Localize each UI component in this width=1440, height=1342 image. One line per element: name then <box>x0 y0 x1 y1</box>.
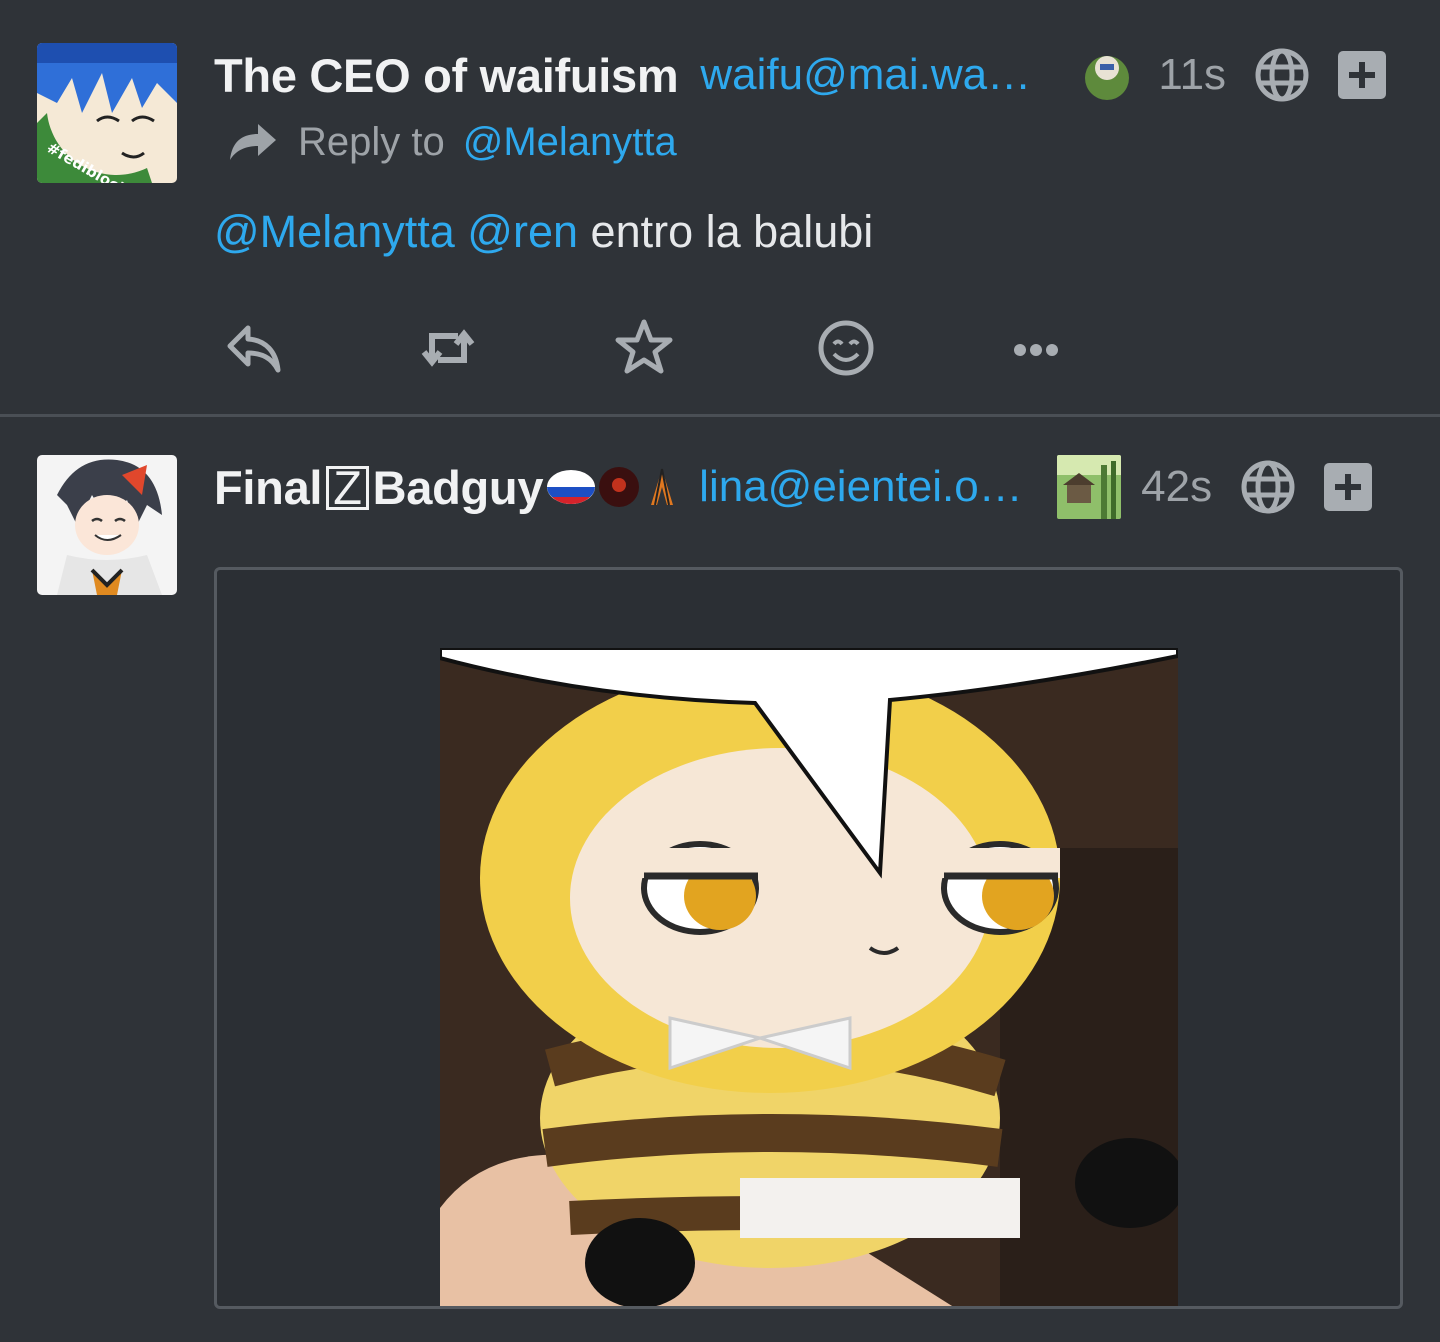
post-header: The CEO of waifuism waifu@mai.wa… 11s <box>214 42 1400 108</box>
avatar[interactable] <box>37 455 177 595</box>
repeat-button[interactable] <box>416 316 480 380</box>
share-arrow-icon <box>230 124 276 160</box>
mention-link[interactable]: @Melanytta <box>214 206 455 257</box>
status-post: #fediblocked The CEO of waifuism waifu@m… <box>0 0 1440 414</box>
ellipsis-icon <box>1014 344 1058 356</box>
expand-button[interactable] <box>1324 463 1373 511</box>
reply-button[interactable] <box>222 316 286 380</box>
display-name[interactable]: The CEO of waifuism <box>214 48 679 103</box>
more-button[interactable] <box>1004 316 1068 380</box>
ribbon-emoji <box>651 468 674 506</box>
dark-orb-emoji <box>599 467 640 507</box>
reply-target-link[interactable]: @Melanytta <box>463 120 677 165</box>
z-badge-icon: Z <box>326 464 369 511</box>
expand-button[interactable] <box>1338 51 1387 99</box>
star-icon <box>615 319 673 374</box>
post-text: entro la balubi <box>590 206 874 257</box>
avatar-image: #fediblocked <box>37 43 177 183</box>
reply-to-line: Reply to @Melanytta <box>226 112 677 172</box>
attachment-image <box>440 648 1178 1306</box>
post-actions <box>222 316 1082 380</box>
reply-prefix: Reply to <box>298 119 445 164</box>
russian-flag-emoji <box>547 470 596 504</box>
bee-plush-image <box>440 648 1178 1306</box>
mention-link[interactable]: @ren <box>467 206 578 257</box>
reply-icon <box>227 325 281 373</box>
status-post: Final Z Badguy lina@eientei.o… 42s <box>0 417 1440 1342</box>
instance-icon <box>1057 455 1122 519</box>
globe-icon[interactable] <box>1240 459 1296 515</box>
favorite-button[interactable] <box>612 316 676 380</box>
display-name[interactable]: Final Z Badguy <box>214 460 543 515</box>
globe-icon[interactable] <box>1254 47 1310 103</box>
media-attachment[interactable] <box>214 567 1403 1309</box>
timestamp[interactable]: 42s <box>1141 462 1212 512</box>
retweet-icon <box>421 329 475 367</box>
avatar[interactable]: #fediblocked <box>37 43 177 183</box>
smile-icon <box>818 320 874 376</box>
display-name-part: Final <box>214 460 323 514</box>
account-handle[interactable]: lina@eientei.o… <box>699 462 1039 512</box>
avatar-image <box>37 455 177 595</box>
display-name-part: Badguy <box>372 460 544 514</box>
account-handle[interactable]: waifu@mai.wa… <box>700 50 1060 100</box>
react-button[interactable] <box>814 316 878 380</box>
timestamp[interactable]: 11s <box>1158 50 1226 100</box>
instance-icon <box>1078 46 1136 104</box>
post-header: Final Z Badguy lina@eientei.o… 42s <box>214 454 1400 520</box>
post-content: @Melanytta @ren entro la balubi <box>214 200 873 264</box>
